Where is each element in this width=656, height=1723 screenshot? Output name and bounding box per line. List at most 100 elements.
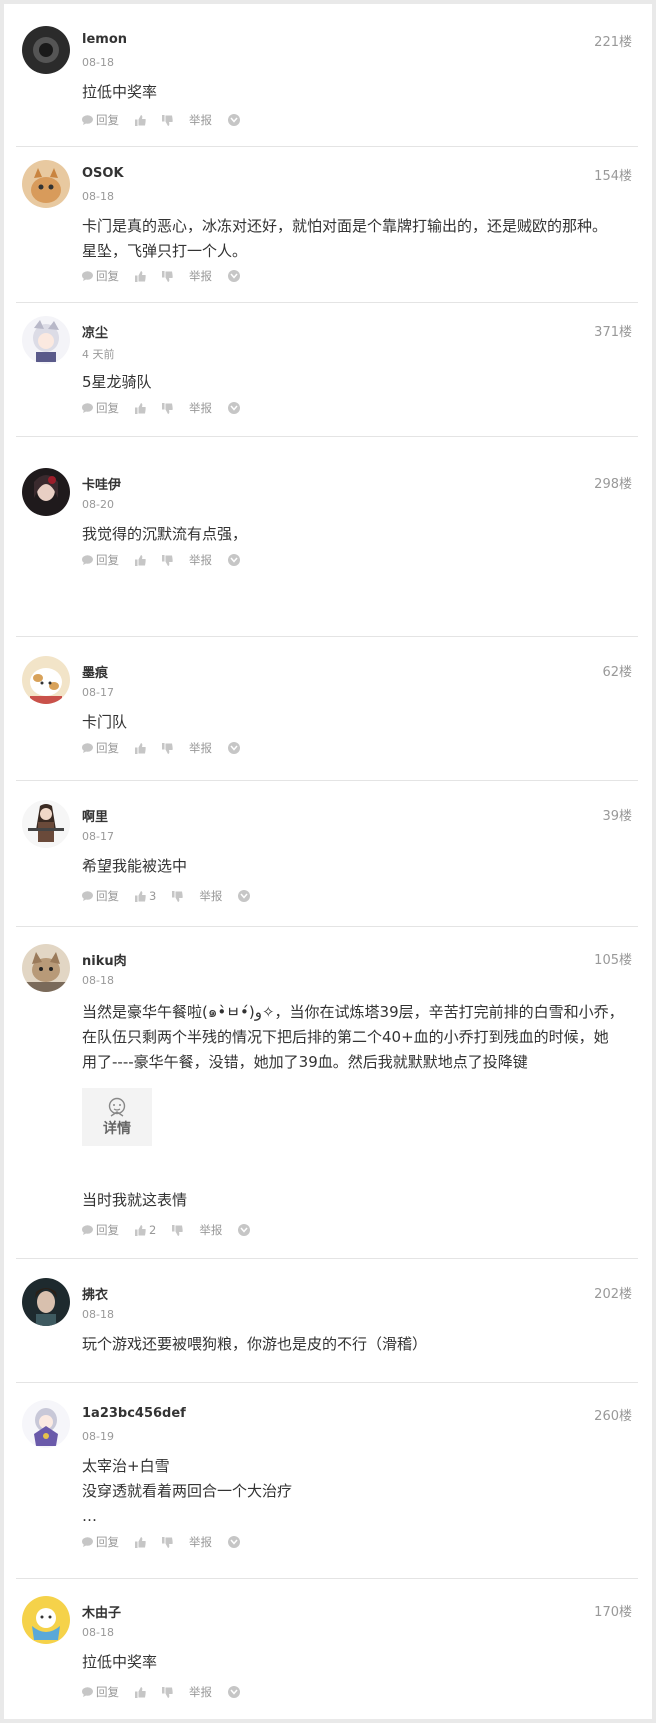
- post-date: 08-18: [82, 56, 114, 69]
- thumbs-up-icon: [135, 1536, 146, 1548]
- floor-number: 154楼: [594, 169, 632, 184]
- username[interactable]: niku肉: [82, 950, 127, 969]
- dislike-button[interactable]: [172, 890, 183, 902]
- comment-actions: 回复 举报: [82, 400, 256, 416]
- report-button[interactable]: 举报: [189, 112, 212, 128]
- sticker-detail-button[interactable]: 详情: [82, 1088, 152, 1146]
- floor-number: 298楼: [594, 477, 632, 492]
- reply-button[interactable]: 回复: [82, 268, 119, 284]
- floor-number: 62楼: [602, 665, 632, 680]
- username[interactable]: 1a23bc456def: [82, 1406, 186, 1421]
- chevron-down-icon[interactable]: [228, 554, 240, 566]
- username[interactable]: 卡哇伊: [82, 474, 121, 493]
- comment-actions: 回复 举报: [82, 740, 256, 756]
- like-button[interactable]: [135, 554, 146, 566]
- report-button[interactable]: 举报: [189, 268, 212, 284]
- thumbs-up-icon: [135, 270, 146, 282]
- thumbs-up-icon: [135, 114, 146, 126]
- comment-text: 拉低中奖率: [82, 80, 638, 105]
- like-button[interactable]: [135, 1686, 146, 1698]
- report-button[interactable]: 举报: [189, 552, 212, 568]
- chat-bubble-icon: [82, 891, 93, 901]
- avatar[interactable]: [22, 800, 70, 848]
- chevron-down-icon[interactable]: [238, 890, 251, 902]
- dislike-button[interactable]: [162, 402, 173, 414]
- avatar[interactable]: [22, 1400, 70, 1448]
- like-button[interactable]: [135, 114, 146, 126]
- reply-button[interactable]: 回复: [82, 552, 119, 568]
- report-button[interactable]: 举报: [199, 1222, 222, 1238]
- divider: [16, 1382, 638, 1383]
- username[interactable]: lemon: [82, 32, 127, 47]
- reply-button[interactable]: 回复: [82, 112, 119, 128]
- thumbs-down-icon: [162, 270, 173, 282]
- username[interactable]: 墨痕: [82, 662, 108, 681]
- floor-number: 371楼: [594, 325, 632, 340]
- divider: [16, 146, 638, 147]
- avatar[interactable]: [22, 26, 70, 74]
- post-date: 08-18: [82, 974, 114, 987]
- username[interactable]: 凉尘: [82, 322, 108, 341]
- reply-button[interactable]: 回复: [82, 1684, 119, 1700]
- thumbs-down-icon: [162, 742, 173, 754]
- thumbs-up-icon: [135, 402, 146, 414]
- like-button[interactable]: 3: [135, 889, 156, 903]
- chevron-down-icon[interactable]: [228, 402, 240, 414]
- avatar[interactable]: [22, 316, 70, 364]
- dislike-button[interactable]: [162, 554, 173, 566]
- like-button[interactable]: [135, 402, 146, 414]
- thumbs-down-icon: [162, 1536, 173, 1548]
- reply-button[interactable]: 回复: [82, 888, 119, 904]
- reply-button[interactable]: 回复: [82, 740, 119, 756]
- dislike-button[interactable]: [162, 742, 173, 754]
- report-button[interactable]: 举报: [189, 740, 212, 756]
- avatar[interactable]: [22, 1278, 70, 1326]
- chevron-down-icon[interactable]: [238, 1224, 251, 1236]
- chat-bubble-icon: [82, 1225, 93, 1235]
- avatar[interactable]: [22, 656, 70, 704]
- chevron-down-icon[interactable]: [228, 270, 240, 282]
- chat-bubble-icon: [82, 743, 93, 753]
- emoji-face-icon: [108, 1097, 126, 1117]
- username[interactable]: 啊里: [82, 806, 108, 825]
- chevron-down-icon[interactable]: [228, 1686, 240, 1698]
- dislike-button[interactable]: [172, 1224, 183, 1236]
- dislike-button[interactable]: [162, 270, 173, 282]
- report-button[interactable]: 举报: [199, 888, 222, 904]
- chevron-down-icon[interactable]: [228, 742, 240, 754]
- comment-line: 太宰治+白雪: [82, 1457, 170, 1475]
- thumbs-up-icon: [135, 890, 146, 902]
- like-button[interactable]: [135, 270, 146, 282]
- dislike-button[interactable]: [162, 1536, 173, 1548]
- like-count: 3: [149, 889, 157, 903]
- avatar[interactable]: [22, 160, 70, 208]
- report-button[interactable]: 举报: [189, 1684, 212, 1700]
- username[interactable]: 木由子: [82, 1602, 121, 1621]
- dislike-button[interactable]: [162, 1686, 173, 1698]
- report-button[interactable]: 举报: [189, 400, 212, 416]
- like-button[interactable]: 2: [135, 1223, 156, 1237]
- report-button[interactable]: 举报: [189, 1534, 212, 1550]
- chevron-down-icon[interactable]: [228, 1536, 240, 1548]
- comment-line: 当时我就这表情: [82, 1191, 188, 1209]
- avatar[interactable]: [22, 1596, 70, 1644]
- like-button[interactable]: [135, 1536, 146, 1548]
- chat-bubble-icon: [82, 1537, 93, 1547]
- chevron-down-icon[interactable]: [228, 114, 240, 126]
- thumbs-down-icon: [172, 890, 183, 902]
- comment-line: …: [82, 1507, 97, 1525]
- avatar[interactable]: [22, 944, 70, 992]
- comment-line: 希望我能被选中: [82, 857, 188, 875]
- thumbs-down-icon: [162, 114, 173, 126]
- username[interactable]: 拂衣: [82, 1284, 108, 1303]
- like-count: 2: [149, 1223, 157, 1237]
- reply-button[interactable]: 回复: [82, 400, 119, 416]
- reply-button[interactable]: 回复: [82, 1222, 119, 1238]
- reply-button[interactable]: 回复: [82, 1534, 119, 1550]
- username[interactable]: OSOK: [82, 166, 124, 181]
- thumbs-down-icon: [162, 554, 173, 566]
- like-button[interactable]: [135, 742, 146, 754]
- avatar[interactable]: [22, 468, 70, 516]
- dislike-button[interactable]: [162, 114, 173, 126]
- chat-bubble-icon: [82, 403, 93, 413]
